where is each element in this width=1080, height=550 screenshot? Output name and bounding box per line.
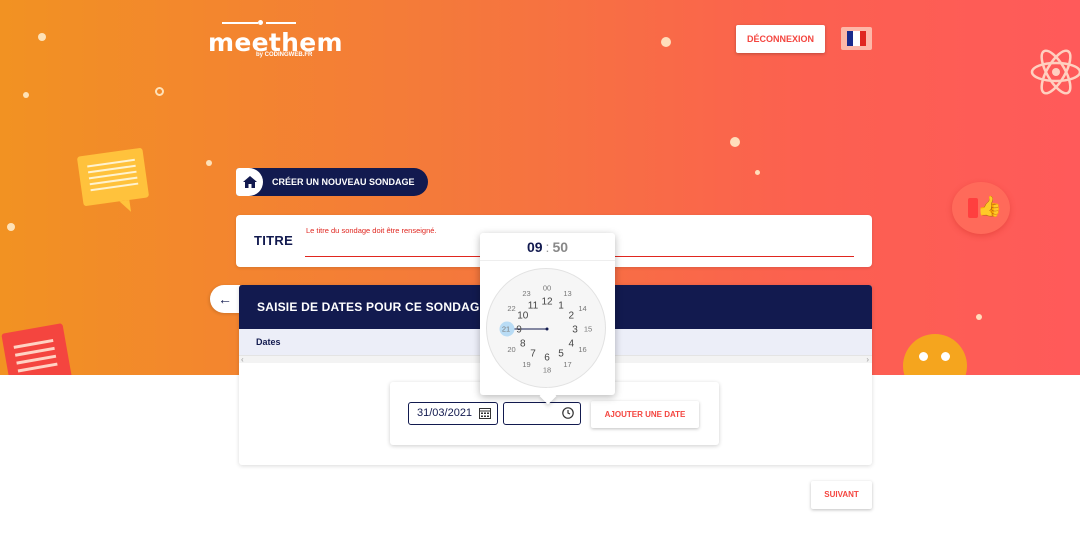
french-flag-icon[interactable] [841,27,872,50]
time-input[interactable] [503,402,581,425]
picker-minutes[interactable]: 50 [552,239,568,255]
decor-dot [755,170,760,175]
date-input[interactable]: 31/03/2021 [408,402,498,425]
decor-dot [38,33,46,41]
breadcrumb: CRÉER UN NOUVEAU SONDAGE [236,168,428,196]
decor-dot [206,160,212,166]
decor-dot [976,314,982,320]
clock-hour-3[interactable]: 3 [572,325,578,336]
clock-hour-9[interactable]: 9 [516,325,522,336]
date-value: 31/03/2021 [417,407,473,419]
add-date-button[interactable]: AJOUTER UNE DATE [591,401,699,428]
decor-dot [23,92,29,98]
clock-hour-1[interactable]: 1 [558,300,564,311]
decor-dot [730,137,740,147]
smiley-icon [903,334,967,375]
clock-hour-13[interactable]: 13 [563,289,571,298]
time-picker-header: 09:50 [480,233,615,261]
home-icon [242,176,257,188]
picker-separator: : [545,239,550,255]
clock-hour-00[interactable]: 00 [543,284,551,293]
atom-icon [1030,49,1080,95]
dates-column-header: Dates [256,337,281,347]
calendar-icon[interactable] [479,407,491,419]
clock-hour-14[interactable]: 14 [578,304,586,313]
scroll-left-icon[interactable]: ‹ [241,355,244,364]
decor-dot [661,37,671,47]
clock-hour-11[interactable]: 11 [528,300,539,311]
clock-hour-20[interactable]: 20 [507,345,515,354]
panel-title: SAISIE DE DATES POUR CE SONDAGE [257,300,488,314]
back-button[interactable]: ← [210,285,240,313]
picker-hours[interactable]: 09 [527,239,543,255]
clock-hour-6[interactable]: 6 [544,353,550,364]
time-picker: 09:50 12 1 2 3 4 5 6 7 8 9 10 11 00 13 14 15 16 17 18 19 20 2… [480,233,615,395]
clock-hour-2[interactable]: 2 [568,311,574,322]
clock-dial[interactable]: 12 1234567891011001314151617181920212223 [487,269,607,389]
thumbs-up-icon: 👍 [952,182,1010,234]
decor-dot [7,223,15,231]
decor-ring [155,87,164,96]
clock-hour-8[interactable]: 8 [520,339,526,350]
clock-hour-7[interactable]: 7 [530,349,536,360]
title-error-message: Le titre du sondage doit être renseigné. [306,226,437,235]
clock-hour-16[interactable]: 16 [578,345,586,354]
clock-hour-10[interactable]: 10 [517,311,529,322]
logo-subtitle: by CODINGWEB.FR [256,52,313,58]
clock-hour-17[interactable]: 17 [563,360,571,369]
scroll-right-icon[interactable]: › [866,355,869,364]
clock-hour-5[interactable]: 5 [558,349,564,360]
clock-icon[interactable] [562,407,574,419]
next-button[interactable]: SUIVANT [811,481,872,509]
breadcrumb-label: CRÉER UN NOUVEAU SONDAGE [272,177,415,187]
app-logo[interactable]: meethem by CODINGWEB.FR [208,18,343,68]
clock-hour-12[interactable]: 12 [541,297,553,308]
clock-face[interactable]: 12 1 2 3 4 5 6 7 8 9 10 11 00 13 14 15 16 17 18 19 20 21 22 23 [486,268,606,388]
clock-hour-21[interactable]: 21 [502,325,510,334]
clock-hour-4[interactable]: 4 [568,339,574,350]
arrow-left-icon: ← [218,291,232,307]
logout-button[interactable]: DÉCONNEXION [736,25,825,53]
chat-note-decor [76,147,150,207]
title-label: TITRE [254,233,294,248]
clock-center [545,327,549,331]
clock-hour-18[interactable]: 18 [543,366,551,375]
clock-hour-22[interactable]: 22 [507,304,515,313]
clock-hour-23[interactable]: 23 [522,289,530,298]
clock-hour-15[interactable]: 15 [584,325,592,334]
clock-hour-19[interactable]: 19 [522,360,530,369]
home-button[interactable] [236,168,263,196]
document-decor [1,323,73,375]
